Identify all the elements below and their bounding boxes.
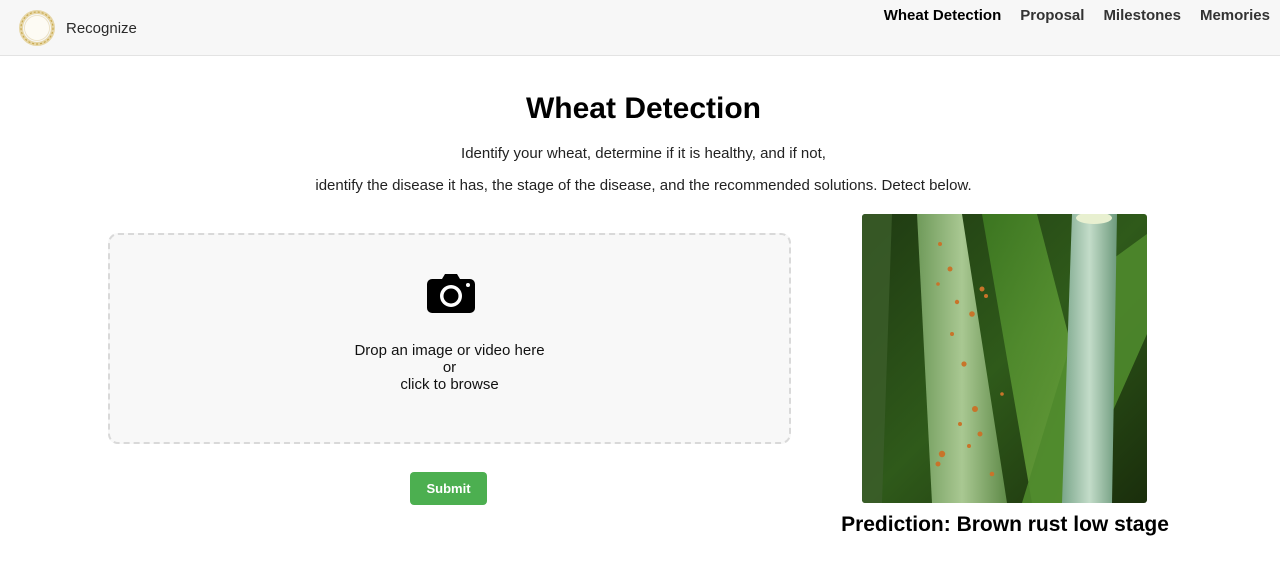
dropzone-or: or <box>442 359 457 376</box>
camera-icon <box>426 273 476 315</box>
wheat-wreath-logo-icon <box>18 9 56 47</box>
nav-link-memories[interactable]: Memories <box>1200 7 1270 24</box>
brand-name: Recognize <box>66 19 137 37</box>
nav-link-wheat-detection[interactable]: Wheat Detection <box>884 7 1002 24</box>
description-line-2: identify the disease it has, the stage o… <box>315 177 972 194</box>
dropzone-instruction: Drop an image or video here <box>354 342 545 359</box>
nav-link-milestones[interactable]: Milestones <box>1103 7 1181 24</box>
prediction-result: Prediction: Brown rust low stage <box>841 513 1169 536</box>
brand-link[interactable]: Recognize <box>18 9 137 47</box>
description-line-1: Identify your wheat, determine if it is … <box>461 145 826 162</box>
page-title: Wheat Detection <box>525 92 762 125</box>
nav-link-proposal[interactable]: Proposal <box>1020 7 1084 24</box>
navbar: Recognize Wheat Detection Proposal Miles… <box>0 0 1280 56</box>
uploaded-image-preview <box>862 214 1147 503</box>
upload-dropzone[interactable]: Drop an image or video here or click to … <box>108 233 791 444</box>
dropzone-browse-text: click to browse <box>400 376 499 393</box>
submit-button[interactable]: Submit <box>410 472 487 505</box>
nav-links: Wheat Detection Proposal Milestones Memo… <box>865 7 1270 24</box>
